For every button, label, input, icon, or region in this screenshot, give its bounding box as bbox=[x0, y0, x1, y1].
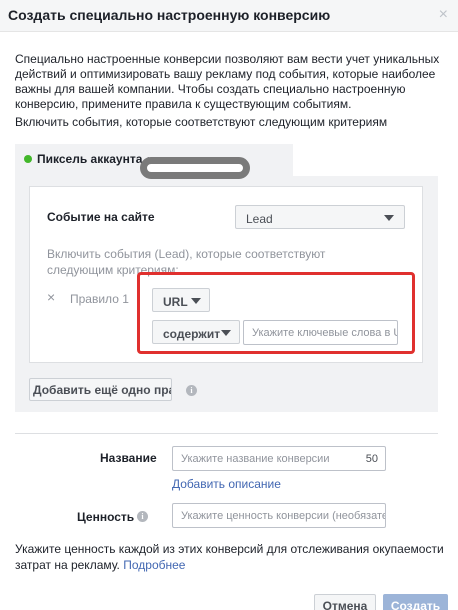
add-description-link[interactable]: Добавить описание bbox=[172, 477, 281, 491]
add-rule-label: Добавить ещё одно прав... bbox=[33, 383, 171, 397]
info-icon[interactable]: i bbox=[186, 385, 197, 396]
caret-down-icon bbox=[221, 330, 231, 336]
event-label: Событие на сайте bbox=[47, 210, 155, 224]
remove-rule-icon[interactable]: × bbox=[47, 289, 55, 305]
name-input[interactable]: Укажите название конверсии 50 bbox=[172, 446, 386, 471]
value-label: Ценность bbox=[77, 510, 135, 524]
footer-note-text: Укажите ценность каждой из этих конверси… bbox=[15, 542, 444, 572]
info-icon[interactable]: i bbox=[137, 511, 148, 522]
field-select-value: URL bbox=[163, 295, 188, 309]
learn-more-link[interactable]: Подробнее bbox=[123, 558, 185, 572]
name-input-placeholder: Укажите название конверсии bbox=[181, 453, 330, 465]
event-select-value: Lead bbox=[246, 212, 273, 226]
name-char-counter: 50 bbox=[365, 453, 378, 465]
condition-select[interactable]: содержит bbox=[152, 320, 240, 344]
include-criteria-label: Включить события, которые соответствуют … bbox=[15, 115, 388, 129]
pixel-tab-label: Пиксель аккаунта « bbox=[37, 152, 153, 166]
cancel-button[interactable]: Отмена bbox=[314, 594, 376, 610]
close-icon[interactable]: × bbox=[439, 6, 448, 24]
add-rule-button[interactable]: Добавить ещё одно прав... bbox=[29, 378, 172, 401]
name-label: Название bbox=[100, 451, 157, 465]
event-select[interactable]: Lead bbox=[235, 205, 405, 229]
condition-select-value: содержит bbox=[163, 327, 221, 341]
dialog-header: Создать специально настроенную конверсию… bbox=[0, 0, 458, 32]
dialog-title: Создать специально настроенную конверсию bbox=[8, 7, 331, 23]
include-events-text: Включить события (Lead), которые соответ… bbox=[47, 247, 326, 277]
intro-text: Специально настроенные конверсии позволя… bbox=[15, 52, 440, 111]
create-button[interactable]: Создать bbox=[383, 594, 448, 610]
caret-down-icon bbox=[191, 298, 201, 304]
value-input[interactable]: Укажите ценность конверсии (необязательн… bbox=[172, 503, 386, 528]
keyword-input-placeholder: Укажите ключевые слова в URL bbox=[252, 327, 397, 339]
footer-note: Укажите ценность каждой из этих конверси… bbox=[15, 541, 445, 573]
value-input-placeholder: Укажите ценность конверсии (необязательн… bbox=[181, 510, 385, 522]
caret-down-icon bbox=[384, 215, 394, 221]
status-dot-icon bbox=[24, 155, 32, 163]
rule-label: Правило 1 bbox=[70, 292, 129, 306]
divider bbox=[15, 433, 438, 434]
redaction-mark bbox=[140, 157, 250, 179]
keyword-input[interactable]: Укажите ключевые слова в URL bbox=[243, 320, 398, 345]
field-select[interactable]: URL bbox=[152, 288, 210, 312]
